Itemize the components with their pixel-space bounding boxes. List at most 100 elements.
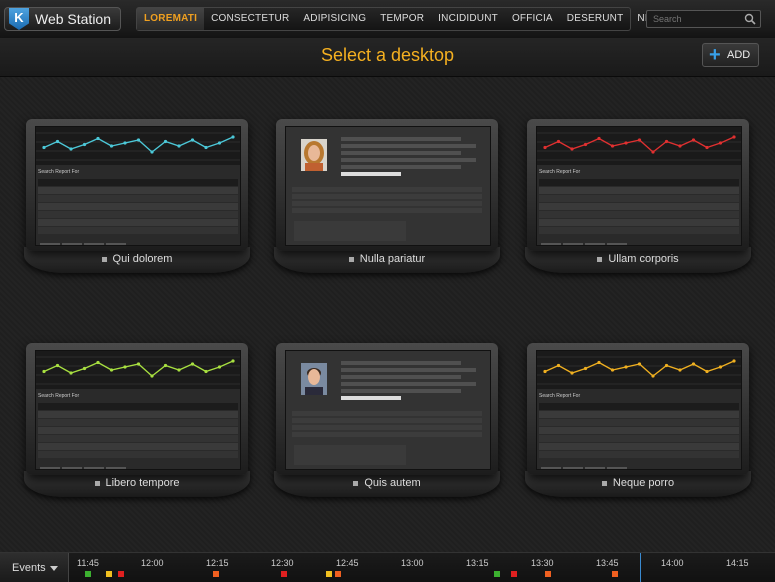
chart-point [691, 362, 696, 366]
page-header: Select a desktop + ADD [0, 38, 775, 77]
chart-point [55, 363, 60, 368]
desktop-bullet-icon [94, 480, 100, 486]
thumbnail-line-chart [537, 127, 741, 165]
chart-point [705, 145, 709, 150]
chart-point [624, 365, 628, 369]
chart-point [651, 374, 655, 378]
chart-point [597, 136, 601, 141]
chart-point [664, 139, 669, 144]
event-marker-orange[interactable] [612, 571, 618, 577]
desktop-bullet-icon [353, 480, 359, 486]
event-marker-yellow[interactable] [106, 571, 112, 577]
chart-point [610, 144, 615, 148]
chart-point [217, 365, 222, 369]
desktop-card[interactable]: Search Report For Ullam corporis [525, 119, 751, 281]
add-desktop-button[interactable]: + ADD [702, 43, 759, 67]
desktop-card[interactable]: Nulla pariatur [274, 119, 500, 281]
event-marker-yellow[interactable] [326, 571, 332, 577]
desktop-thumbnail [285, 350, 491, 470]
chart-point [69, 147, 73, 151]
desktop-thumbnail: Search Report For [536, 126, 742, 246]
thumbnail-buttons [541, 459, 641, 469]
timeline-tick-label: 13:45 [596, 558, 619, 568]
event-marker-orange[interactable] [545, 571, 551, 577]
nav-item-incididunt[interactable]: INCIDIDUNT [431, 8, 505, 30]
thumbnail-comments-box [294, 445, 406, 465]
chart-point [691, 138, 696, 142]
chart-point [177, 144, 181, 148]
chart-point [637, 138, 642, 142]
app-logo[interactable]: K Web Station [4, 7, 121, 31]
chart-point [163, 363, 168, 368]
desktop-label: Ullam corporis [527, 253, 749, 265]
chart-point [150, 374, 154, 378]
events-dropdown[interactable]: Events [0, 553, 69, 582]
monitor-frame: Search Report For [527, 343, 749, 475]
chart-point [732, 359, 736, 363]
main-nav: LOREMATI CONSECTETUR ADIPISICING TEMPOR … [136, 7, 674, 31]
desktop-thumbnail [285, 126, 491, 246]
timeline-tick-label: 12:30 [271, 558, 294, 568]
app-title: Web Station [35, 11, 112, 27]
desktop-card[interactable]: Search Report For Libero tempore [24, 343, 250, 505]
current-time-marker [640, 553, 641, 582]
chart-point [123, 365, 127, 369]
chart-point [231, 135, 235, 139]
search-icon[interactable] [744, 13, 756, 25]
nav-item-adipisicing[interactable]: ADIPISICING [296, 8, 373, 30]
thumbnail-line-chart [36, 127, 240, 165]
nav-item-officia[interactable]: OFFICIA [505, 8, 560, 30]
nav-item-consectetur[interactable]: CONSECTETUR [204, 8, 296, 30]
chart-point [123, 141, 127, 145]
nav-item-tempor[interactable]: TEMPOR [373, 8, 431, 30]
search-box [646, 10, 761, 28]
chart-point [664, 363, 669, 368]
chart-point [136, 138, 141, 142]
events-timeline: Events 11:45 12:00 12:15 12:30 12:45 13:00 13:… [0, 552, 775, 582]
monitor-frame [276, 119, 498, 251]
chart-point [583, 366, 588, 371]
thumbnail-table [539, 403, 739, 459]
event-marker-red[interactable] [281, 571, 287, 577]
chart-point [55, 139, 60, 144]
thumbnail-table [539, 179, 739, 235]
thumbnail-line-chart [537, 351, 741, 389]
search-input[interactable] [653, 12, 738, 26]
chart-point [556, 139, 561, 144]
chart-point [96, 136, 100, 141]
event-marker-red[interactable] [511, 571, 517, 577]
desktop-card[interactable]: Search Report For Neque porro [525, 343, 751, 505]
desktop-card[interactable]: Quis autem [274, 343, 500, 505]
chart-point [651, 150, 655, 154]
event-marker-green[interactable] [494, 571, 500, 577]
desktop-label: Qui dolorem [26, 253, 248, 265]
desktop-thumbnail: Search Report For [35, 126, 241, 246]
chart-point [42, 145, 46, 150]
chart-point [570, 371, 574, 375]
thumbnail-form-fields [341, 361, 481, 403]
event-marker-orange[interactable] [335, 571, 341, 577]
nav-item-lorem[interactable]: LOREMATI [137, 8, 205, 30]
chart-point [109, 144, 114, 148]
chart-point [136, 362, 141, 366]
event-marker-red[interactable] [118, 571, 124, 577]
desktop-label-text: Nulla pariatur [359, 253, 426, 265]
timeline-tick-label: 13:15 [466, 558, 489, 568]
event-marker-green[interactable] [85, 571, 91, 577]
desktop-card[interactable]: Search Report For Qui dolorem [24, 119, 250, 281]
event-marker-orange[interactable] [213, 571, 219, 577]
logo-shield-icon: K [9, 8, 29, 30]
monitor-frame [276, 343, 498, 475]
chart-point [204, 369, 208, 374]
desktop-thumbnail: Search Report For [536, 350, 742, 470]
timeline-tick-label: 14:15 [726, 558, 749, 568]
search-report-label: Search Report For [539, 169, 581, 175]
search-report-label: Search Report For [38, 169, 80, 175]
desktop-label-text: Libero tempore [105, 477, 180, 489]
chart-point [42, 369, 46, 374]
nav-item-deserunt[interactable]: DESERUNT [560, 8, 631, 30]
monitor-frame: Search Report For [26, 119, 248, 251]
chart-point [82, 366, 87, 371]
desktop-label: Nulla pariatur [276, 253, 498, 265]
thumbnail-table [38, 403, 238, 459]
